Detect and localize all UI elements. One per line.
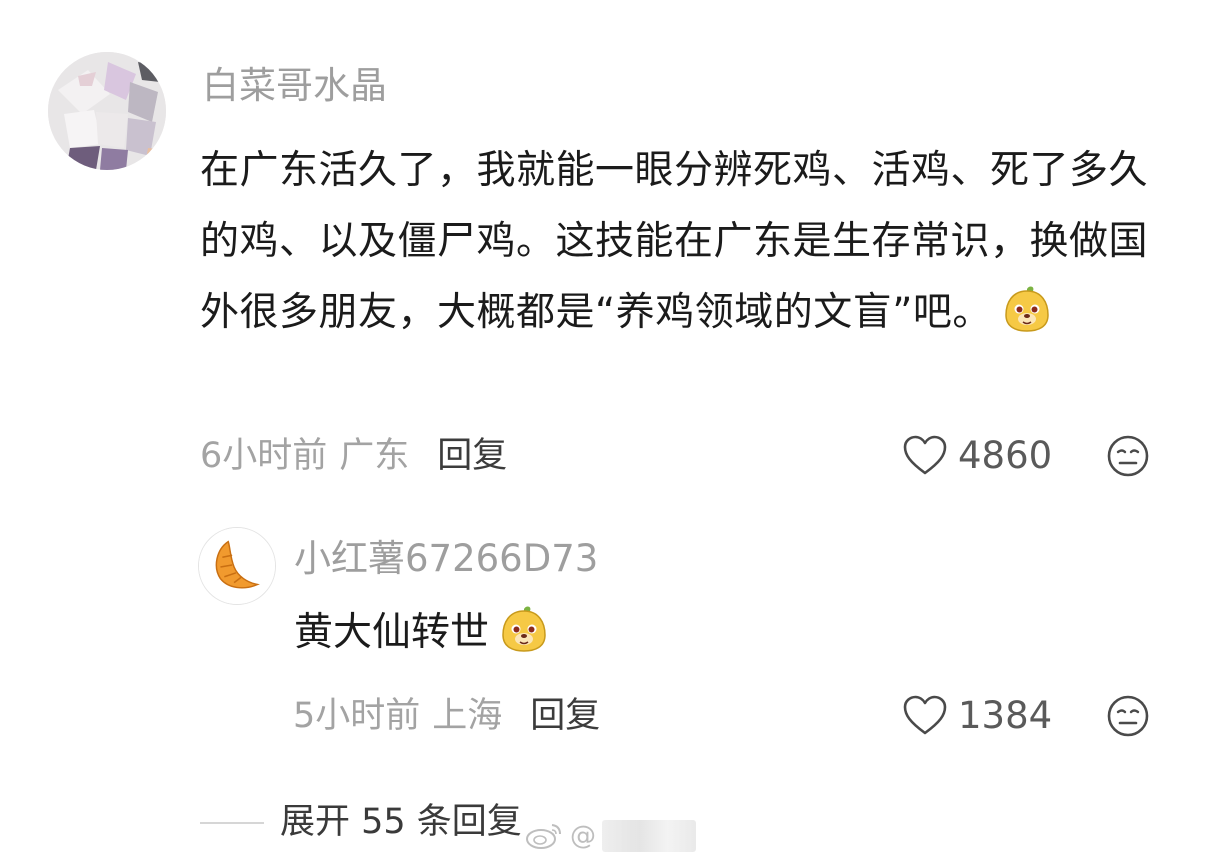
- dog-face-emoji-icon: [499, 605, 549, 653]
- comment-time: 6小时前: [200, 436, 328, 476]
- dog-face-emoji-icon: [1002, 285, 1052, 333]
- meh-face-icon: [1107, 695, 1149, 737]
- weibo-logo-icon: [526, 824, 561, 849]
- comment-like-count: 4860: [958, 434, 1053, 477]
- reply-avatar[interactable]: [198, 527, 276, 605]
- meh-face-icon: [1107, 435, 1149, 477]
- comment-like-button[interactable]: 4860: [902, 434, 1052, 478]
- heart-icon: [903, 695, 947, 735]
- reply-reply-button[interactable]: 回复: [530, 696, 600, 736]
- comment-body: 在广东活久了，我就能一眼分辨死鸡、活鸡、死了多久的鸡、以及僵尸鸡。这技能在广东是…: [200, 135, 1148, 348]
- reply-location: 上海: [432, 696, 503, 736]
- reply-like-count: 1384: [958, 694, 1053, 737]
- crystal-avatar-image: [48, 52, 166, 170]
- reply-body: 黄大仙转世: [294, 605, 549, 661]
- reply-text: 黄大仙转世: [294, 610, 490, 655]
- reply-dislike-button[interactable]: [1106, 694, 1150, 738]
- watermark-blurred-name: [602, 820, 696, 852]
- comment-location: 广东: [339, 436, 410, 476]
- heart-icon: [903, 435, 947, 475]
- comment-username[interactable]: 白菜哥水晶: [202, 64, 387, 108]
- comment-meta: 6小时前 广东 回复: [200, 434, 507, 478]
- reply-meta: 5小时前 上海 回复: [293, 694, 600, 738]
- comment-reply-button[interactable]: 回复: [437, 436, 507, 476]
- weibo-watermark: @: [524, 816, 696, 856]
- reply-time: 5小时前: [293, 696, 421, 736]
- watermark-at: @: [570, 821, 596, 851]
- comment-dislike-button[interactable]: [1106, 434, 1150, 478]
- user-avatar[interactable]: [48, 52, 166, 170]
- croissant-avatar-image: [199, 528, 275, 604]
- expand-replies-button[interactable]: 展开 55 条回复: [280, 800, 522, 844]
- reply-like-button[interactable]: 1384: [902, 694, 1052, 738]
- reply-username[interactable]: 小红薯67266D73: [294, 537, 598, 581]
- expand-divider: [200, 822, 264, 824]
